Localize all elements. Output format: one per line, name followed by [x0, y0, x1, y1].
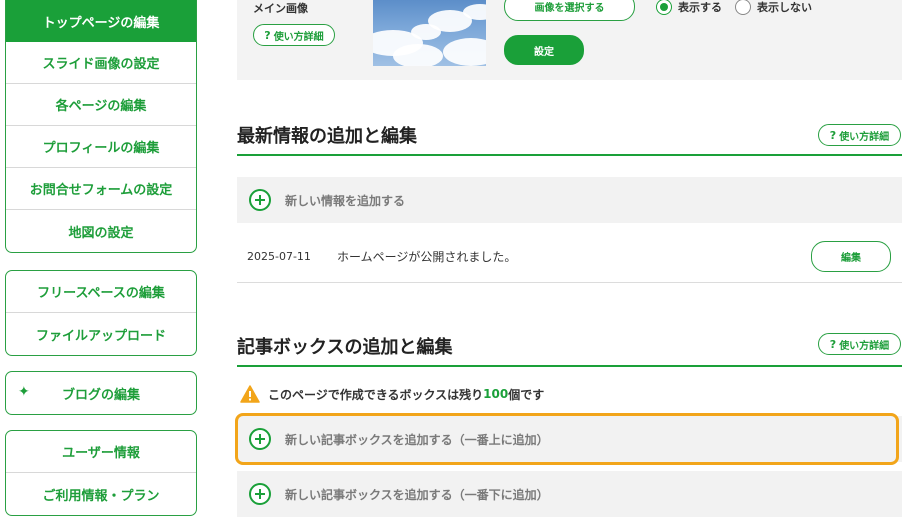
show-radio[interactable]: 表示する: [656, 0, 722, 15]
radio-selected-icon: [656, 0, 672, 15]
sidebar-group-account: ユーザー情報 ご利用情報・プラン: [5, 430, 197, 516]
news-list-item: 2025-07-11 ホームページが公開されました。 編集: [237, 231, 902, 283]
question-icon: ?: [264, 28, 271, 42]
sidebar-item-file-upload[interactable]: ファイルアップロード: [6, 313, 196, 355]
add-box-bottom-label: 新しい記事ボックスを追加する（一番下に追加）: [285, 487, 549, 502]
sidebar-item-plan[interactable]: ご利用情報・プラン: [6, 473, 196, 515]
radio-unselected-icon: [735, 0, 751, 15]
news-section-divider: [237, 154, 902, 156]
sparkle-icon: ✦: [18, 384, 30, 400]
sidebar-item-map[interactable]: 地図の設定: [6, 210, 196, 252]
sidebar-item-user-info[interactable]: ユーザー情報: [6, 431, 196, 473]
boxes-help-label: 使い方詳細: [839, 340, 890, 352]
boxes-remaining-notice: このページで作成できるボックスは残り 100 個です: [240, 385, 544, 403]
show-radio-label: 表示する: [678, 1, 722, 14]
sidebar-item-profile[interactable]: プロフィールの編集: [6, 126, 196, 168]
sidebar-group-content: フリースペースの編集 ファイルアップロード: [5, 270, 197, 356]
hide-radio-label: 表示しない: [757, 1, 812, 14]
add-box-bottom-button[interactable]: 新しい記事ボックスを追加する（一番下に追加）: [237, 471, 902, 517]
sidebar-item-pages[interactable]: 各ページの編集: [6, 84, 196, 126]
news-text: ホームページが公開されました。: [337, 250, 517, 264]
sidebar-item-contact-form[interactable]: お問合せフォームの設定: [6, 168, 196, 210]
question-icon: ?: [829, 128, 837, 142]
boxes-section-divider: [237, 365, 902, 367]
sidebar-group-site: トップページの編集 スライド画像の設定 各ページの編集 プロフィールの編集 お問…: [5, 0, 197, 253]
sidebar-item-slide-images[interactable]: スライド画像の設定: [6, 42, 196, 84]
main-image-help-label: 使い方詳細: [273, 31, 324, 43]
question-icon: ?: [829, 337, 837, 351]
sidebar-item-top-page[interactable]: トップページの編集: [6, 0, 196, 42]
plus-circle-icon: [249, 483, 271, 505]
main-image-thumbnail: [373, 0, 486, 66]
add-news-button[interactable]: 新しい情報を追加する: [237, 177, 902, 223]
warning-icon: [240, 385, 260, 403]
news-edit-button[interactable]: 編集: [811, 241, 891, 272]
news-help-button[interactable]: ? 使い方詳細: [818, 124, 901, 146]
main-image-help-button[interactable]: ? 使い方詳細: [253, 24, 335, 46]
select-image-button[interactable]: 画像を選択する: [504, 0, 635, 21]
highlight-frame: [235, 413, 899, 465]
notice-suffix: 個です: [508, 387, 545, 402]
sidebar-item-blog[interactable]: ✦ ブログの編集: [6, 372, 196, 414]
news-date: 2025-07-11: [247, 250, 311, 263]
plus-circle-icon: [249, 189, 271, 211]
add-news-label: 新しい情報を追加する: [285, 193, 406, 208]
boxes-section-title: 記事ボックスの追加と編集: [237, 337, 453, 358]
main-image-settings: メイン画像 ? 使い方詳細 画像を選択する 設定 表示する 表示しない: [237, 0, 902, 80]
notice-prefix: このページで作成できるボックスは残り: [268, 387, 484, 402]
notice-remaining-count: 100: [483, 387, 509, 401]
set-button[interactable]: 設定: [504, 35, 584, 65]
sidebar-item-free-space[interactable]: フリースペースの編集: [6, 271, 196, 313]
sidebar-item-blog-label: ブログの編集: [61, 387, 140, 403]
news-help-label: 使い方詳細: [839, 131, 890, 143]
hide-radio[interactable]: 表示しない: [735, 0, 812, 15]
news-section-title: 最新情報の追加と編集: [237, 126, 417, 147]
main-image-label: メイン画像: [253, 2, 308, 15]
sidebar-group-blog: ✦ ブログの編集: [5, 371, 197, 415]
boxes-help-button[interactable]: ? 使い方詳細: [818, 333, 901, 355]
